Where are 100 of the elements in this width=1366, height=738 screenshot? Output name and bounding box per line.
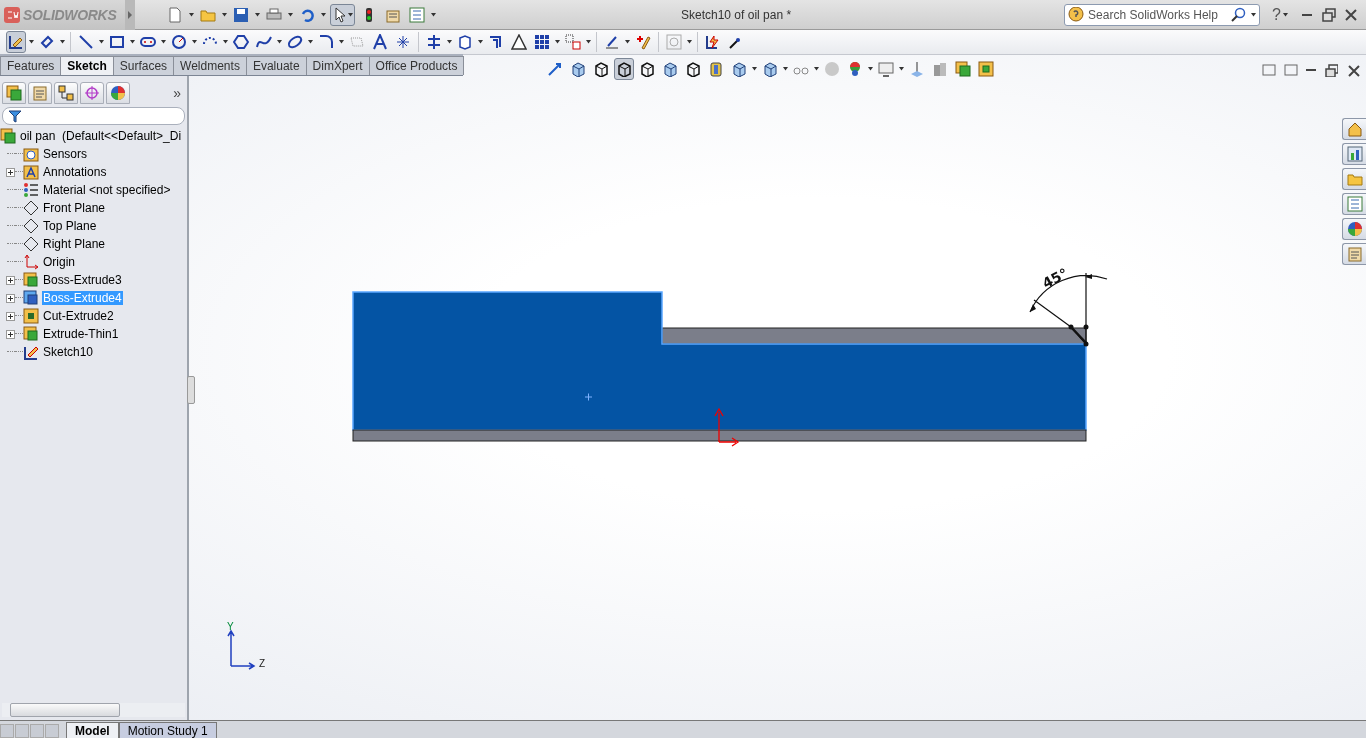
window-icon: [1284, 63, 1298, 77]
crosshair-icon: [84, 85, 100, 101]
command-tab[interactable]: Weldments: [173, 56, 247, 75]
properties-icon: [1346, 246, 1363, 262]
task-pane-tab[interactable]: [1342, 193, 1366, 215]
toolbar-button[interactable]: [509, 31, 529, 53]
tree-item[interactable]: Sketch10: [42, 345, 95, 359]
more-button[interactable]: »: [169, 85, 185, 101]
monitor-icon: [878, 61, 894, 77]
toolbar-button[interactable]: [614, 58, 634, 80]
cube-icon: [731, 61, 747, 77]
configuration-icon: [58, 85, 74, 101]
expand-icon: [6, 293, 15, 303]
panel-tab[interactable]: [80, 82, 104, 104]
axis-triad-drawing: [227, 629, 256, 670]
sketch-icon: [8, 34, 24, 50]
filter-field[interactable]: [2, 107, 185, 125]
tree-item[interactable]: Boss-Extrude3: [42, 273, 123, 287]
caret-icon: [222, 12, 227, 17]
properties-icon: [32, 85, 48, 101]
app-logo: SOLIDWORKS: [23, 6, 117, 23]
caret-icon: [431, 12, 436, 17]
extrude-icon: [23, 272, 39, 288]
expand-icon: [6, 311, 15, 321]
offset-icon: [488, 34, 504, 50]
bottom-tab[interactable]: Motion Study 1: [118, 722, 217, 738]
task-pane-tab[interactable]: [1342, 118, 1366, 140]
printer-icon: [266, 6, 282, 23]
extrude-icon: [23, 290, 39, 306]
slot-icon: [140, 34, 156, 50]
move-icon: [565, 34, 581, 50]
tree-item[interactable]: Cut-Extrude2: [42, 309, 115, 323]
command-tab[interactable]: Evaluate: [245, 56, 307, 75]
list-icon: [409, 6, 425, 23]
flyout-icon: [128, 10, 132, 19]
caret-icon: [321, 12, 326, 17]
command-tab[interactable]: Features: [0, 56, 62, 75]
tree-item[interactable]: Extrude-Thin1: [42, 327, 120, 341]
help-button[interactable]: ?: [1270, 5, 1283, 24]
expand-icon: [6, 275, 15, 285]
letter-a-icon: [23, 164, 39, 180]
tree-item[interactable]: Sensors: [42, 147, 89, 161]
tree-item[interactable]: Material <not specified>: [42, 183, 172, 197]
select-button[interactable]: [330, 3, 355, 26]
window-icon: [1262, 63, 1276, 77]
tree-item[interactable]: Annotations: [42, 165, 108, 179]
panel-tab[interactable]: [106, 82, 130, 104]
close-icon: [1343, 6, 1359, 23]
tree-item[interactable]: Top Plane: [42, 219, 98, 233]
sketch-icon: [23, 344, 39, 360]
color-wheel-icon: [1346, 221, 1363, 237]
tree-item[interactable]: Right Plane: [42, 237, 107, 251]
caret-icon: [60, 40, 65, 44]
caret-icon: [308, 40, 313, 44]
caret-icon: [189, 12, 194, 17]
pencil-icon: [635, 34, 651, 50]
caret-icon: [348, 12, 353, 17]
caret-icon: [288, 12, 293, 17]
caret-icon: [255, 12, 260, 17]
tree-item[interactable]: Front Plane: [42, 201, 107, 215]
cut-icon: [23, 308, 39, 324]
restore-icon: [1324, 63, 1338, 77]
scrollbar[interactable]: [2, 703, 185, 717]
task-pane-tab[interactable]: [1342, 143, 1366, 165]
search-field[interactable]: Search SolidWorks Help: [1064, 3, 1261, 26]
mirror-icon: [426, 34, 442, 50]
tree-item[interactable]: oil pan (Default<<Default>_Di: [20, 129, 182, 143]
logo-icon: [4, 6, 20, 23]
search-icon: [1231, 6, 1248, 23]
caret-icon: [1283, 12, 1288, 17]
target-icon: [666, 34, 682, 50]
relation-icon: [604, 34, 620, 50]
caret-icon: [223, 40, 228, 44]
plane-icon: [349, 34, 365, 50]
command-tab[interactable]: Sketch: [60, 56, 114, 75]
arrow-icon: [547, 61, 563, 77]
command-tab[interactable]: DimXpert: [305, 56, 370, 75]
bottom-tab[interactable]: Model: [66, 722, 119, 738]
wireframe-cube-icon: [616, 61, 632, 77]
command-tab[interactable]: Office Products: [368, 56, 465, 75]
dimension-icon: [39, 34, 55, 50]
task-pane-tab[interactable]: [1342, 168, 1366, 190]
tree-item[interactable]: Origin: [42, 255, 76, 269]
polygon-icon: [233, 34, 249, 50]
panel-tab[interactable]: [28, 82, 52, 104]
expand-icon: [6, 329, 15, 339]
caret-icon: [783, 67, 788, 71]
caret-icon: [899, 67, 904, 71]
plane-icon: [23, 218, 39, 234]
task-pane-tab[interactable]: [1342, 243, 1366, 265]
part-icon: [0, 128, 16, 144]
panel-tab[interactable]: [2, 82, 26, 104]
document-icon: [167, 6, 183, 23]
panel-tab[interactable]: [54, 82, 78, 104]
plane-icon: [23, 200, 39, 216]
toolbar-button[interactable]: [6, 31, 26, 53]
splitter-handle[interactable]: [187, 376, 195, 404]
home-icon: [1346, 121, 1363, 137]
task-pane-tab[interactable]: [1342, 218, 1366, 240]
command-tab[interactable]: Surfaces: [112, 56, 175, 75]
